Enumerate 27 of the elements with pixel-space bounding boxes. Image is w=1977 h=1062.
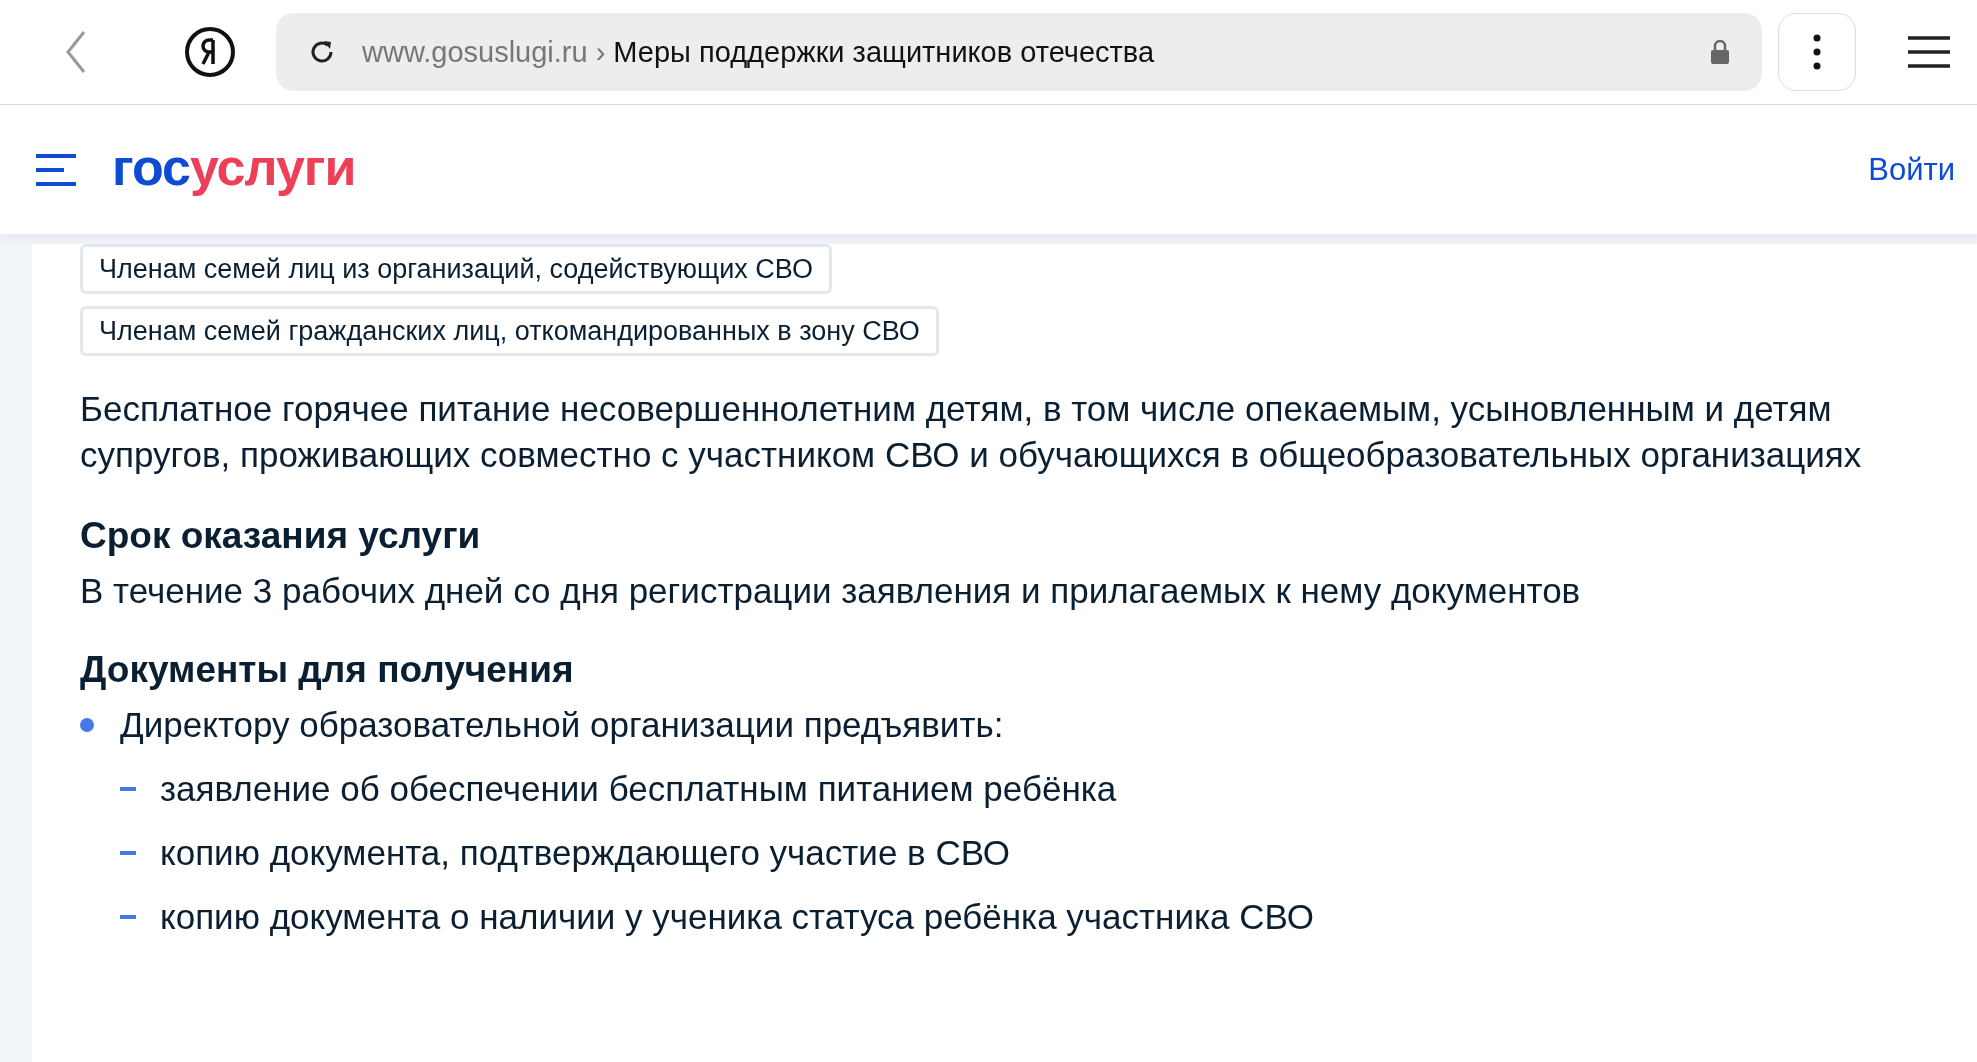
category-tag[interactable]: Членам семей лиц из организаций, содействующих СВО [80, 244, 832, 294]
url-domain: www.gosuslugi.ru [362, 35, 588, 69]
list-item: заявление об обеспечении бесплатным питанием ребёнка [160, 768, 1117, 810]
list-item: Директору образовательной организации предъявить: [120, 704, 1004, 746]
lock-icon [1710, 39, 1730, 65]
section-heading: Документы для получения [80, 648, 575, 692]
service-description: Бесплатное горячее питание несовершеннолетним детям, в том числе опекаемым, усыновленным и детям супругов, проживающих совместно с участником СВО и обучающихся в общеобразовательных организациях [80, 388, 1863, 476]
address-bar[interactable]: www.gosuslugi.ru › Меры поддержки защитников отечества [276, 13, 1762, 91]
bullet-icon [80, 718, 94, 732]
section-heading: Срок оказания услуги [80, 514, 482, 558]
menu-icon[interactable] [1908, 36, 1950, 68]
login-link[interactable]: Войти [1868, 151, 1955, 188]
browser-logo-icon[interactable] [184, 26, 236, 78]
page-title: Меры поддержки защитников отечества [613, 35, 1155, 69]
menu-icon[interactable] [36, 153, 76, 186]
list-item: копию документа о наличии у ученика статуса ребёнка участника СВО [160, 896, 1314, 938]
more-button[interactable] [1778, 13, 1856, 91]
more-icon [1813, 34, 1821, 70]
back-icon[interactable] [64, 30, 88, 74]
site-logo[interactable]: госуслуги [112, 136, 356, 197]
dash-icon [120, 787, 136, 791]
list-item: копию документа, подтверждающего участие в СВО [160, 832, 1011, 874]
category-tag[interactable]: Членам семей гражданских лиц, откомандированных в зону СВО [80, 306, 939, 356]
url-separator: › [595, 35, 606, 69]
dash-icon [120, 851, 136, 855]
term-text: В течение 3 рабочих дней со дня регистрации заявления и прилагаемых к нему документов [80, 570, 1582, 612]
dash-icon [120, 915, 136, 919]
